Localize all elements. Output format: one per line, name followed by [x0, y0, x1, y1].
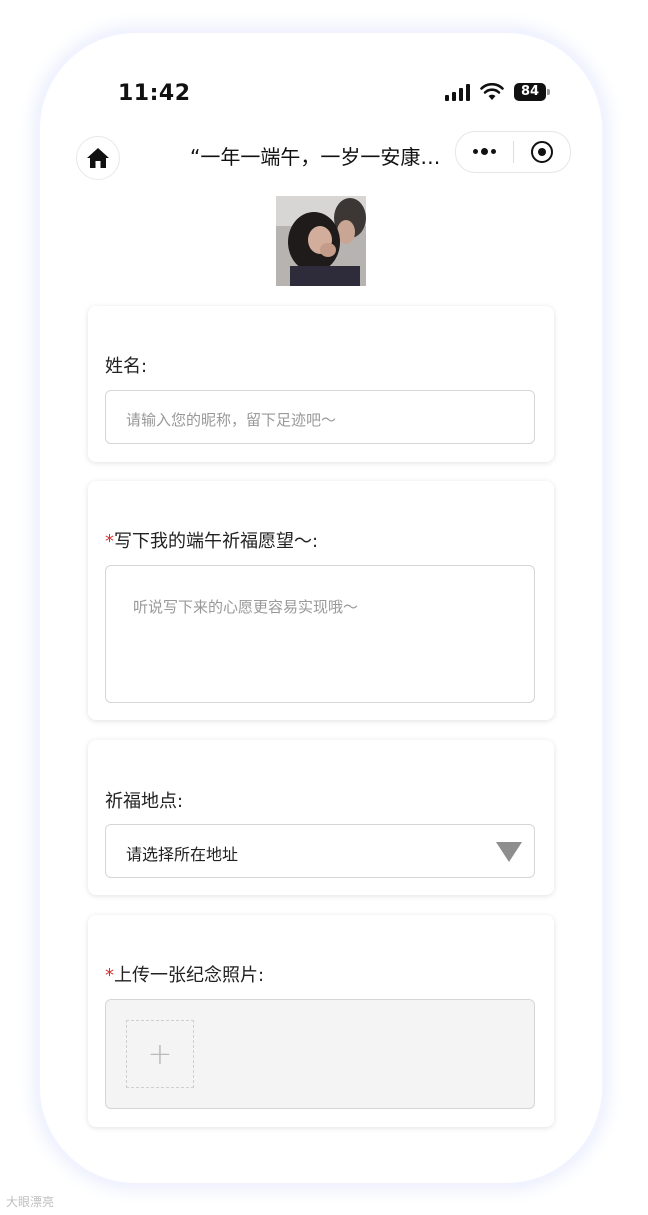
name-card: 姓名: 请输入您的昵称，留下足迹吧～ — [88, 306, 554, 462]
wish-placeholder: 听说写下来的心愿更容易实现哦～ — [133, 598, 359, 616]
location-label: 祈福地点: — [105, 791, 184, 812]
couple-photo-illustration — [276, 196, 366, 286]
target-icon — [530, 141, 553, 163]
side-button-power — [602, 325, 606, 460]
required-mark: * — [105, 531, 114, 552]
wish-textarea[interactable]: 听说写下来的心愿更容易实现哦～ — [105, 565, 535, 703]
required-mark: * — [105, 965, 114, 986]
wish-label: *写下我的端午祈福愿望～: — [105, 527, 318, 553]
watermark: 大眼漂亮 — [6, 1195, 55, 1209]
wifi-icon — [480, 83, 504, 100]
name-input[interactable]: 请输入您的昵称，留下足迹吧～ — [105, 390, 535, 444]
phone-frame: 11:42 84 “一年一端午，一岁一安康… 姓名: 请输入您的昵称，留下足迹吧… — [40, 33, 602, 1183]
more-dots-icon — [472, 148, 496, 155]
photo-label-text: 上传一张纪念照片: — [114, 965, 265, 986]
wish-label-text: 写下我的端午祈福愿望～: — [114, 531, 319, 552]
mini-program-capsule — [455, 131, 571, 173]
photo-card: *上传一张纪念照片: + — [88, 915, 554, 1127]
home-button[interactable] — [76, 136, 120, 180]
banner-photo — [276, 196, 366, 286]
close-miniprogram-button[interactable] — [514, 132, 571, 172]
name-label: 姓名: — [105, 356, 148, 377]
status-icons: 84 — [445, 83, 550, 101]
home-icon — [87, 148, 109, 168]
name-placeholder: 请输入您的昵称，留下足迹吧～ — [126, 411, 337, 429]
add-photo-button[interactable]: + — [126, 1020, 194, 1088]
page-title: “一年一端午，一岁一安康… — [190, 145, 441, 169]
location-select-value: 请选择所在地址 — [126, 845, 239, 864]
location-select[interactable]: 请选择所在地址 — [105, 824, 535, 878]
location-card: 祈福地点: 请选择所在地址 — [88, 740, 554, 895]
dropdown-arrow-icon — [496, 842, 522, 862]
wish-card: *写下我的端午祈福愿望～: 听说写下来的心愿更容易实现哦～ — [88, 481, 554, 720]
status-time: 11:42 — [118, 81, 191, 106]
photo-upload-area: + — [105, 999, 535, 1109]
more-button[interactable] — [456, 132, 513, 172]
battery-icon: 84 — [514, 83, 550, 101]
signal-icon — [445, 83, 470, 101]
photo-label: *上传一张纪念照片: — [105, 961, 264, 987]
